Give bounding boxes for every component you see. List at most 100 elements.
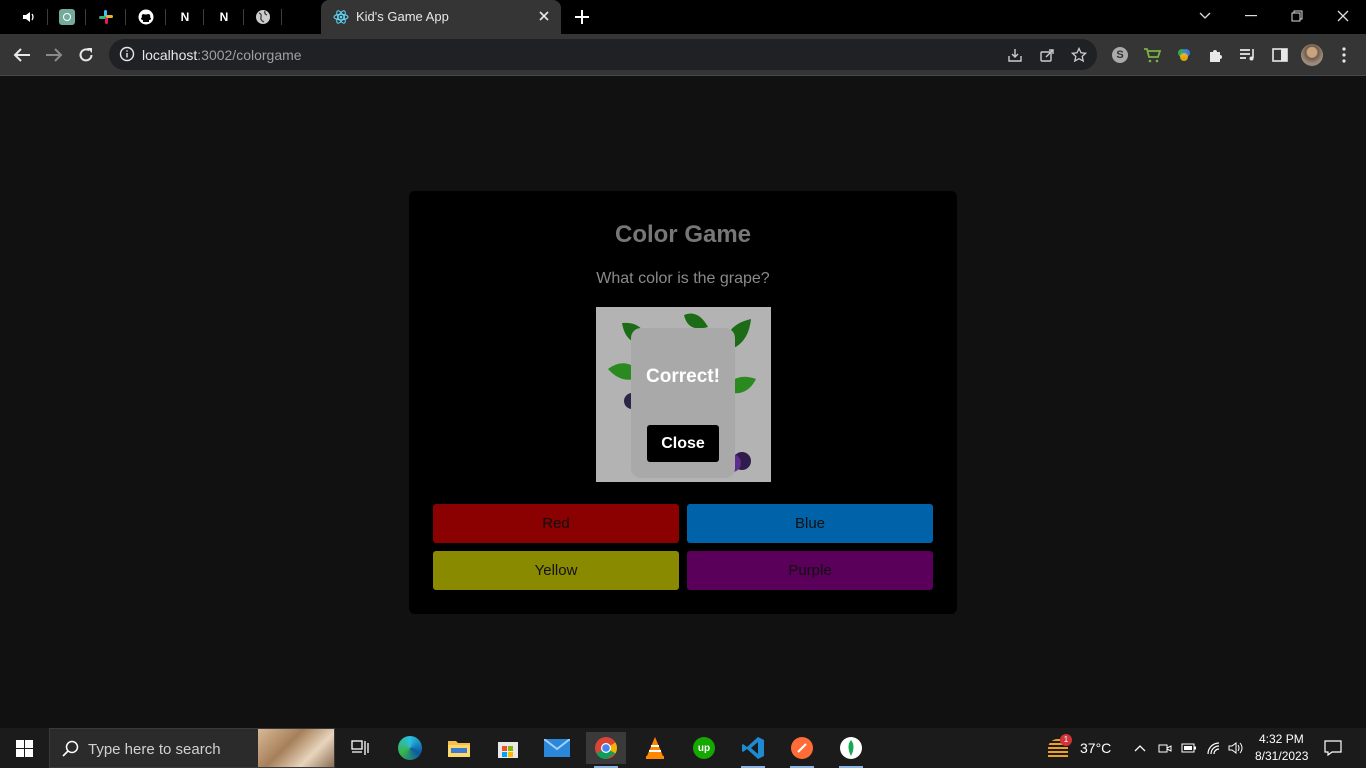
forward-button[interactable] [43, 44, 65, 66]
choice-red-button[interactable]: Red [433, 504, 679, 543]
minimize-button[interactable] [1238, 4, 1264, 28]
share-button[interactable] [1037, 45, 1057, 65]
share-icon [1040, 49, 1054, 62]
task-view-button[interactable] [340, 732, 380, 764]
notification-icon [1324, 740, 1342, 756]
reload-icon [79, 48, 93, 62]
close-window-button[interactable] [1330, 4, 1356, 28]
chevron-up-icon [1134, 745, 1146, 752]
taskbar-file-explorer[interactable] [439, 732, 479, 764]
vlc-icon [646, 737, 664, 759]
tray-meet-now[interactable] [1155, 732, 1175, 764]
popup-message: Correct! [646, 366, 720, 387]
arrow-right-icon [46, 48, 63, 62]
cart-icon [1144, 48, 1161, 63]
notification-center-button[interactable] [1318, 732, 1348, 764]
close-button[interactable]: Close [647, 425, 719, 462]
extensions-button[interactable] [1205, 44, 1227, 66]
taskbar-mongodb-compass[interactable] [831, 732, 871, 768]
postman-icon [791, 737, 813, 759]
slack-icon [99, 10, 113, 24]
kebab-menu-icon [1342, 47, 1346, 63]
taskbar-vlc[interactable] [635, 732, 675, 764]
vscode-icon [742, 737, 764, 759]
restore-icon [1291, 10, 1303, 22]
weather-badge: 1 [1060, 734, 1072, 746]
tab-kids-game-app[interactable]: Kid's Game App [321, 0, 561, 34]
upwork-icon: up [693, 737, 715, 759]
volume-icon [1228, 742, 1243, 754]
pinned-tab-notion[interactable]: N [166, 0, 204, 34]
info-icon[interactable] [119, 46, 135, 62]
tab-title: Kid's Game App [356, 9, 449, 24]
close-icon [1337, 10, 1349, 22]
globe-icon [256, 10, 270, 24]
taskbar-vscode[interactable] [733, 732, 773, 768]
browser-tab-strip: N N Kid's Game App [0, 0, 1366, 34]
taskbar-microsoft-store[interactable] [488, 732, 528, 764]
taskbar-mail[interactable] [537, 732, 577, 764]
github-icon [138, 9, 154, 25]
edge-icon [398, 736, 422, 760]
tray-volume[interactable] [1226, 732, 1246, 764]
extension-cart[interactable] [1141, 44, 1163, 66]
arrow-left-icon [13, 48, 30, 62]
search-highlight-image [258, 729, 334, 767]
pinned-tab-audio[interactable] [10, 0, 48, 34]
temperature-text: 37°C [1080, 740, 1112, 756]
taskbar-postman[interactable] [782, 732, 822, 768]
notion-icon: N [180, 10, 190, 24]
taskbar-search[interactable]: Type here to search [49, 728, 335, 768]
browser-toolbar: localhost:3002/colorgame S [0, 34, 1366, 76]
search-placeholder: Type here to search [88, 741, 221, 758]
folder-icon [448, 741, 470, 757]
url-text: localhost:3002/colorgame [142, 47, 302, 63]
side-panel-button[interactable] [1269, 44, 1291, 66]
restore-button[interactable] [1284, 4, 1310, 28]
reload-button[interactable] [75, 44, 97, 66]
tab-search-button[interactable] [1192, 4, 1218, 28]
profile-button[interactable] [1301, 44, 1323, 66]
start-button[interactable] [4, 732, 44, 764]
choice-purple-button[interactable]: Purple [687, 551, 933, 590]
pinned-tab-github[interactable] [126, 0, 166, 34]
pinned-tab-chatgpt[interactable] [48, 0, 86, 34]
choice-yellow-button[interactable]: Yellow [433, 551, 679, 590]
taskbar-edge[interactable] [390, 732, 430, 764]
back-button[interactable] [11, 44, 33, 66]
side-panel-icon [1272, 48, 1288, 62]
clock-time[interactable]: 4:32 PM [1259, 732, 1304, 746]
chatgpt-icon [59, 9, 75, 25]
result-popup: Correct! Close [631, 328, 735, 478]
tray-wifi[interactable] [1204, 732, 1224, 764]
show-hidden-icons-button[interactable] [1130, 732, 1150, 764]
pinned-tab-slack[interactable] [86, 0, 126, 34]
weather-widget[interactable]: 1 [1040, 732, 1076, 764]
store-icon [498, 742, 518, 758]
media-controls-button[interactable] [1237, 44, 1259, 66]
extension-colorful[interactable] [1173, 44, 1195, 66]
tray-battery[interactable] [1179, 732, 1199, 764]
close-icon[interactable] [535, 7, 553, 25]
puzzle-icon [1210, 50, 1222, 62]
battery-icon [1181, 743, 1196, 753]
camera-icon [1158, 744, 1172, 753]
clock-date[interactable]: 8/31/2023 [1255, 749, 1308, 763]
address-bar[interactable]: localhost:3002/colorgame [109, 39, 1097, 70]
browser-menu-button[interactable] [1333, 44, 1355, 66]
extension-skype[interactable]: S [1109, 44, 1131, 66]
color-picker-icon [1178, 49, 1190, 61]
new-tab-button[interactable] [572, 7, 592, 27]
question-text: What color is the grape? [596, 270, 770, 287]
choice-blue-button[interactable]: Blue [687, 504, 933, 543]
pinned-tab-web[interactable] [244, 0, 282, 34]
bookmark-button[interactable] [1069, 45, 1089, 65]
taskbar-chrome[interactable] [586, 732, 626, 768]
windows-taskbar: Type here to search up 1 37°C 4:32 PM 8/… [0, 728, 1366, 768]
taskbar-upwork[interactable]: up [684, 732, 724, 764]
pinned-tab-notion-2[interactable]: N [204, 0, 244, 34]
task-view-icon [351, 740, 369, 755]
minimize-icon [1245, 15, 1257, 17]
install-app-button[interactable] [1005, 45, 1025, 65]
speaker-icon [23, 12, 34, 22]
